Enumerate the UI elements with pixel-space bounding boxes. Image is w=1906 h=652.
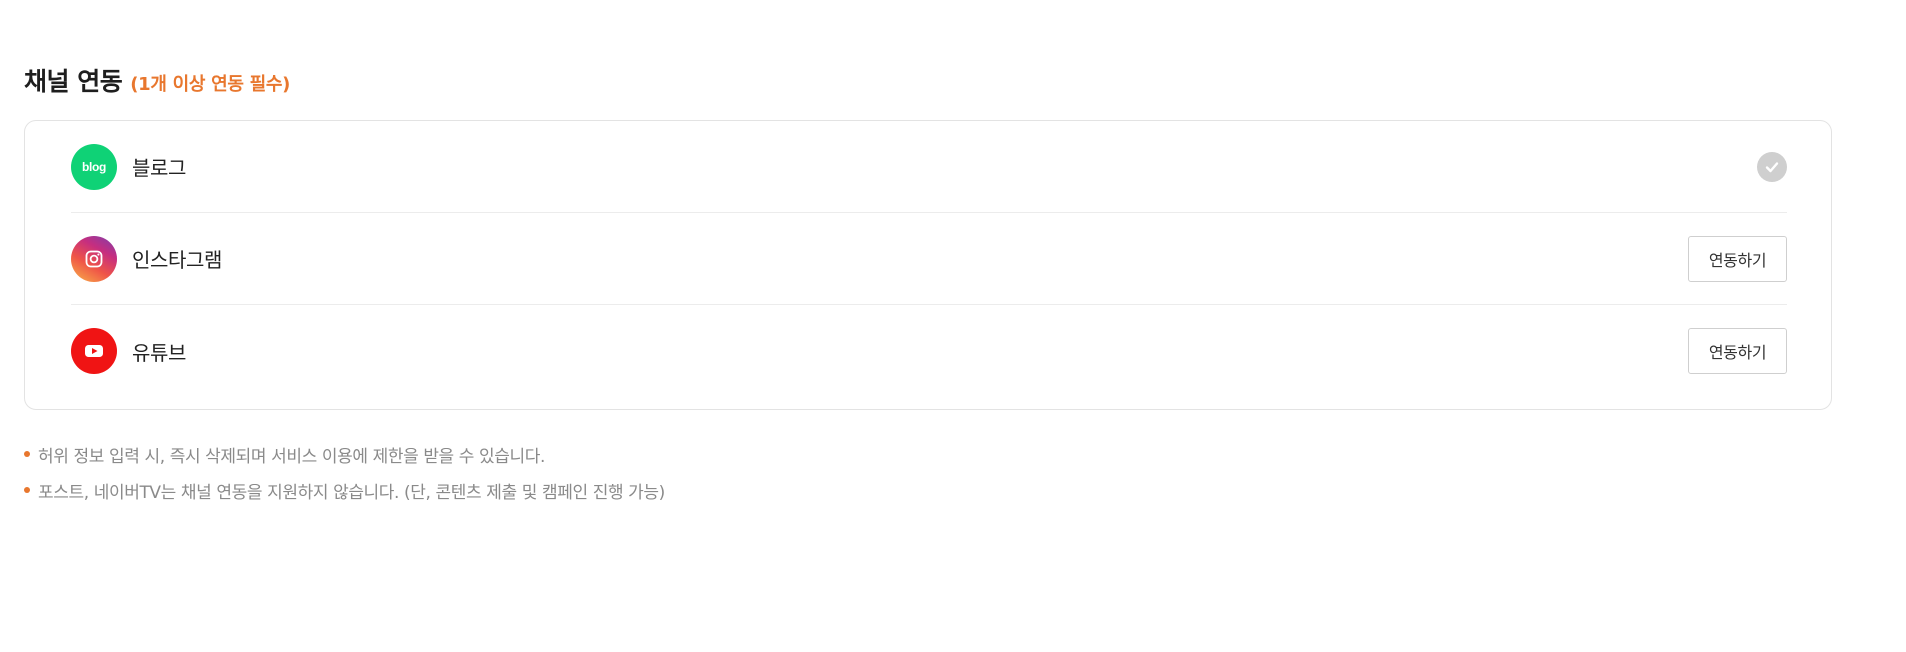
- channel-name-youtube: 유튜브: [132, 340, 186, 365]
- section-header: 채널 연동 (1개 이상 연동 필수): [24, 62, 290, 98]
- section-title: 채널 연동: [24, 67, 123, 96]
- connect-instagram-button[interactable]: 연동하기: [1688, 235, 1787, 282]
- channel-name-instagram: 인스타그램: [132, 248, 222, 272]
- notice-item: 포스트, 네이버TV는 채널 연동을 지원하지 않습니다. (단, 콘텐츠 제출…: [24, 472, 665, 508]
- connect-youtube-button[interactable]: 연동하기: [1688, 328, 1787, 374]
- channel-row-youtube: 유튜브 연동하기: [71, 305, 1787, 397]
- bullet-icon: [24, 451, 30, 457]
- blog-logo-text: blog: [81, 159, 107, 174]
- notice-text: 포스트, 네이버TV는 채널 연동을 지원하지 않습니다. (단, 콘텐츠 제출…: [38, 482, 665, 503]
- channel-name-blog: 블로그: [132, 156, 186, 180]
- notice-list: 허위 정보 입력 시, 즉시 삭제되며 서비스 이용에 제한을 받을 수 있습니…: [24, 436, 665, 508]
- channel-row-instagram: 인스타그램 연동하기: [71, 213, 1787, 305]
- blog-icon: blog: [71, 143, 117, 190]
- youtube-icon: [71, 328, 117, 374]
- required-note: (1개 이상 연동 필수): [130, 74, 291, 95]
- instagram-icon: [71, 235, 117, 282]
- channel-row-blog: blog 블로그: [71, 121, 1787, 213]
- notice-item: 허위 정보 입력 시, 즉시 삭제되며 서비스 이용에 제한을 받을 수 있습니…: [24, 436, 665, 472]
- connected-check-icon: [1757, 151, 1787, 182]
- notice-text: 허위 정보 입력 시, 즉시 삭제되며 서비스 이용에 제한을 받을 수 있습니…: [38, 446, 546, 467]
- channel-list-card: blog 블로그 인스타그램 연동하기 유튜브 연동하기: [24, 120, 1832, 410]
- bullet-icon: [24, 487, 30, 493]
